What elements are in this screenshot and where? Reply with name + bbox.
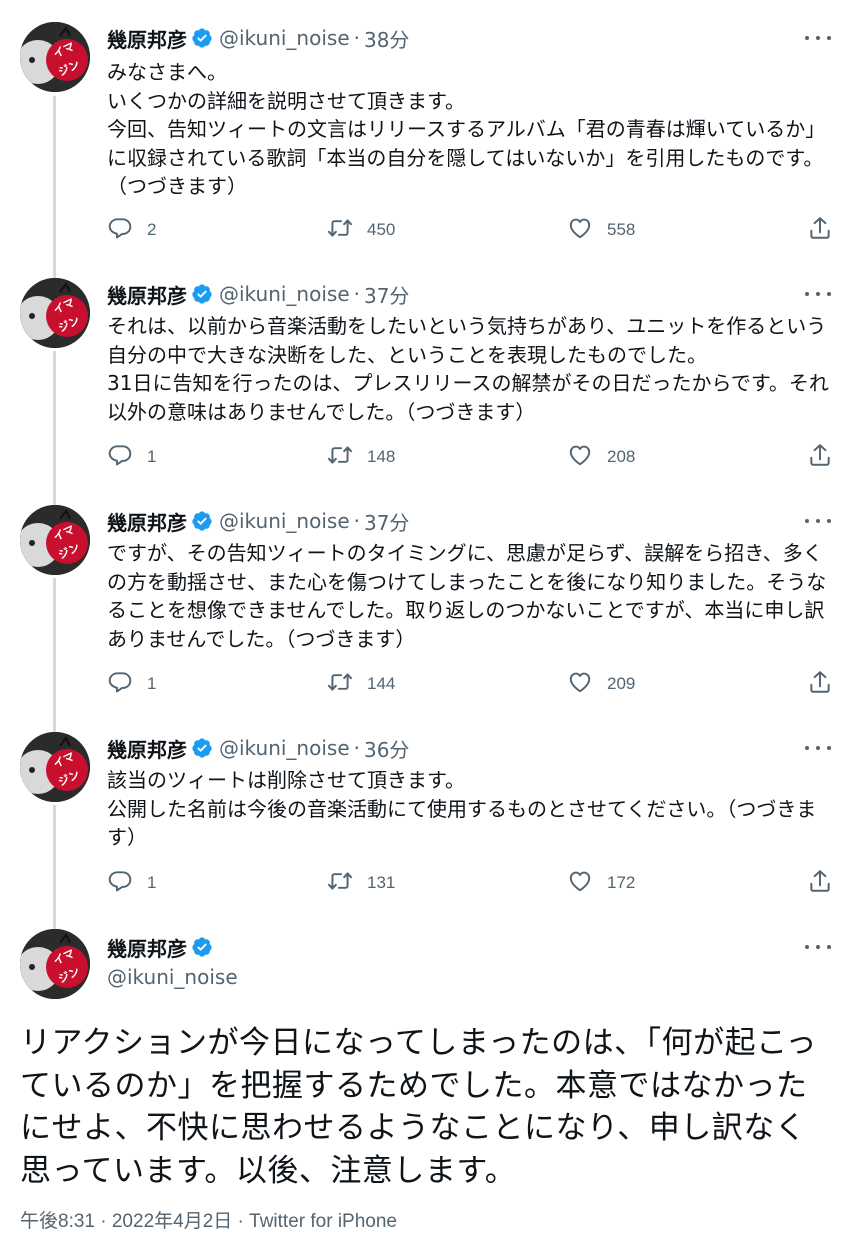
thread-line bbox=[53, 805, 56, 933]
like-count: 208 bbox=[607, 447, 636, 466]
like-button[interactable]: 209 bbox=[567, 669, 635, 699]
tweet-header: 幾原邦彦 @ikuni_noise · 37分 bbox=[107, 279, 409, 309]
retweet-button[interactable]: 144 bbox=[327, 669, 395, 699]
retweet-button[interactable]: 148 bbox=[327, 442, 395, 472]
reply-count: 1 bbox=[147, 873, 157, 892]
author-name[interactable]: 幾原邦彦 bbox=[107, 280, 187, 309]
reply-count: 2 bbox=[147, 220, 157, 239]
verified-badge-icon bbox=[191, 936, 213, 958]
author-name[interactable]: 幾原邦彦 bbox=[107, 24, 187, 53]
reply-icon bbox=[107, 669, 133, 700]
tweet-text: それは、以前から音楽活動をしたいという気持ちがあり、ユニットを作るという自分の中… bbox=[107, 314, 829, 424]
retweet-icon bbox=[327, 215, 353, 246]
verified-badge-icon bbox=[191, 283, 213, 305]
thread-line bbox=[53, 578, 56, 736]
retweet-count: 148 bbox=[367, 447, 396, 466]
retweet-icon bbox=[327, 442, 353, 473]
reply-count: 1 bbox=[147, 447, 157, 466]
retweet-count: 144 bbox=[367, 674, 396, 693]
author-name[interactable]: 幾原邦彦 bbox=[107, 507, 187, 536]
avatar[interactable]: イマ ジン bbox=[20, 929, 90, 999]
more-options-icon[interactable] bbox=[805, 28, 831, 48]
share-button[interactable] bbox=[807, 442, 833, 472]
reply-icon bbox=[107, 442, 133, 473]
heart-icon bbox=[567, 669, 593, 700]
author-handle[interactable]: @ikuni_noise bbox=[107, 965, 238, 989]
like-button[interactable]: 172 bbox=[567, 868, 635, 898]
tweet-text: ですが、その告知ツィートのタイミングに、思慮が足らず、誤解をら招き、多くの方を動… bbox=[107, 541, 827, 651]
tweet-actions: 2 450 558 bbox=[107, 215, 834, 245]
share-icon bbox=[807, 442, 833, 473]
reply-count: 1 bbox=[147, 674, 157, 693]
more-options-icon[interactable] bbox=[805, 511, 831, 531]
retweet-icon bbox=[327, 669, 353, 700]
like-count: 172 bbox=[607, 873, 636, 892]
tweet-timestamp-source[interactable]: 午後8:31 · 2022年4月2日 · Twitter for iPhone bbox=[20, 1206, 397, 1233]
author-name[interactable]: 幾原邦彦 bbox=[107, 933, 187, 962]
author-handle[interactable]: @ikuni_noise bbox=[219, 509, 350, 533]
verified-badge-icon bbox=[191, 737, 213, 759]
separator-dot: · bbox=[353, 282, 360, 306]
author-name[interactable]: 幾原邦彦 bbox=[107, 734, 187, 763]
retweet-count: 131 bbox=[367, 873, 396, 892]
tweet-actions: 1 131 172 bbox=[107, 868, 834, 898]
more-options-icon[interactable] bbox=[805, 738, 831, 758]
tweet-text: みなさまへ。 いくつかの詳細を説明させて頂きます。 今回、告知ツィートの文言はリ… bbox=[107, 60, 826, 198]
separator-dot: · bbox=[353, 26, 360, 50]
tweet-header: 幾原邦彦 @ikuni_noise · 38分 bbox=[107, 23, 409, 53]
retweet-icon bbox=[327, 868, 353, 899]
thread-line bbox=[53, 351, 56, 509]
retweet-button[interactable]: 131 bbox=[327, 868, 395, 898]
like-count: 209 bbox=[607, 674, 636, 693]
tweet-header: 幾原邦彦 bbox=[107, 932, 219, 962]
main-tweet-text: リアクションが今日になってしまったのは、「何が起こっているのか」を把握するためで… bbox=[20, 1025, 817, 1189]
heart-icon bbox=[567, 442, 593, 473]
avatar[interactable]: イマ ジン bbox=[20, 732, 90, 802]
tweet-actions: 1 148 208 bbox=[107, 442, 834, 472]
share-button[interactable] bbox=[807, 215, 833, 245]
tweet-actions: 1 144 209 bbox=[107, 669, 834, 699]
like-button[interactable]: 208 bbox=[567, 442, 635, 472]
share-icon bbox=[807, 669, 833, 700]
verified-badge-icon bbox=[191, 27, 213, 49]
reply-icon bbox=[107, 215, 133, 246]
author-handle[interactable]: @ikuni_noise bbox=[219, 26, 350, 50]
separator-dot: · bbox=[353, 509, 360, 533]
share-icon bbox=[807, 868, 833, 899]
more-options-icon[interactable] bbox=[805, 937, 831, 957]
like-count: 558 bbox=[607, 220, 636, 239]
retweet-button[interactable]: 450 bbox=[327, 215, 395, 245]
author-handle[interactable]: @ikuni_noise bbox=[219, 736, 350, 760]
verified-badge-icon bbox=[191, 510, 213, 532]
thread-line bbox=[53, 96, 56, 282]
share-button[interactable] bbox=[807, 669, 833, 699]
tweet-text: 該当のツィートは削除させて頂きます。 公開した名前は今後の音楽活動にて使用するも… bbox=[107, 768, 817, 849]
share-icon bbox=[807, 215, 833, 246]
tweet-time[interactable]: 37分 bbox=[364, 507, 409, 536]
share-button[interactable] bbox=[807, 868, 833, 898]
reply-icon bbox=[107, 868, 133, 899]
separator-dot: · bbox=[353, 736, 360, 760]
like-button[interactable]: 558 bbox=[567, 215, 635, 245]
avatar[interactable]: イマ ジン bbox=[20, 505, 90, 575]
reply-button[interactable]: 1 bbox=[107, 669, 156, 699]
retweet-count: 450 bbox=[367, 220, 396, 239]
tweet-time[interactable]: 36分 bbox=[364, 734, 409, 763]
handle-row: @ikuni_noise bbox=[107, 962, 238, 992]
avatar[interactable]: イマ ジン bbox=[20, 278, 90, 348]
heart-icon bbox=[567, 868, 593, 899]
tweet-time[interactable]: 38分 bbox=[364, 24, 409, 53]
reply-button[interactable]: 2 bbox=[107, 215, 156, 245]
more-options-icon[interactable] bbox=[805, 284, 831, 304]
tweet-time[interactable]: 37分 bbox=[364, 280, 409, 309]
avatar[interactable]: イマ ジン bbox=[20, 22, 90, 92]
reply-button[interactable]: 1 bbox=[107, 868, 156, 898]
tweet-header: 幾原邦彦 @ikuni_noise · 37分 bbox=[107, 506, 409, 536]
reply-button[interactable]: 1 bbox=[107, 442, 156, 472]
heart-icon bbox=[567, 215, 593, 246]
author-handle[interactable]: @ikuni_noise bbox=[219, 282, 350, 306]
tweet-header: 幾原邦彦 @ikuni_noise · 36分 bbox=[107, 733, 409, 763]
